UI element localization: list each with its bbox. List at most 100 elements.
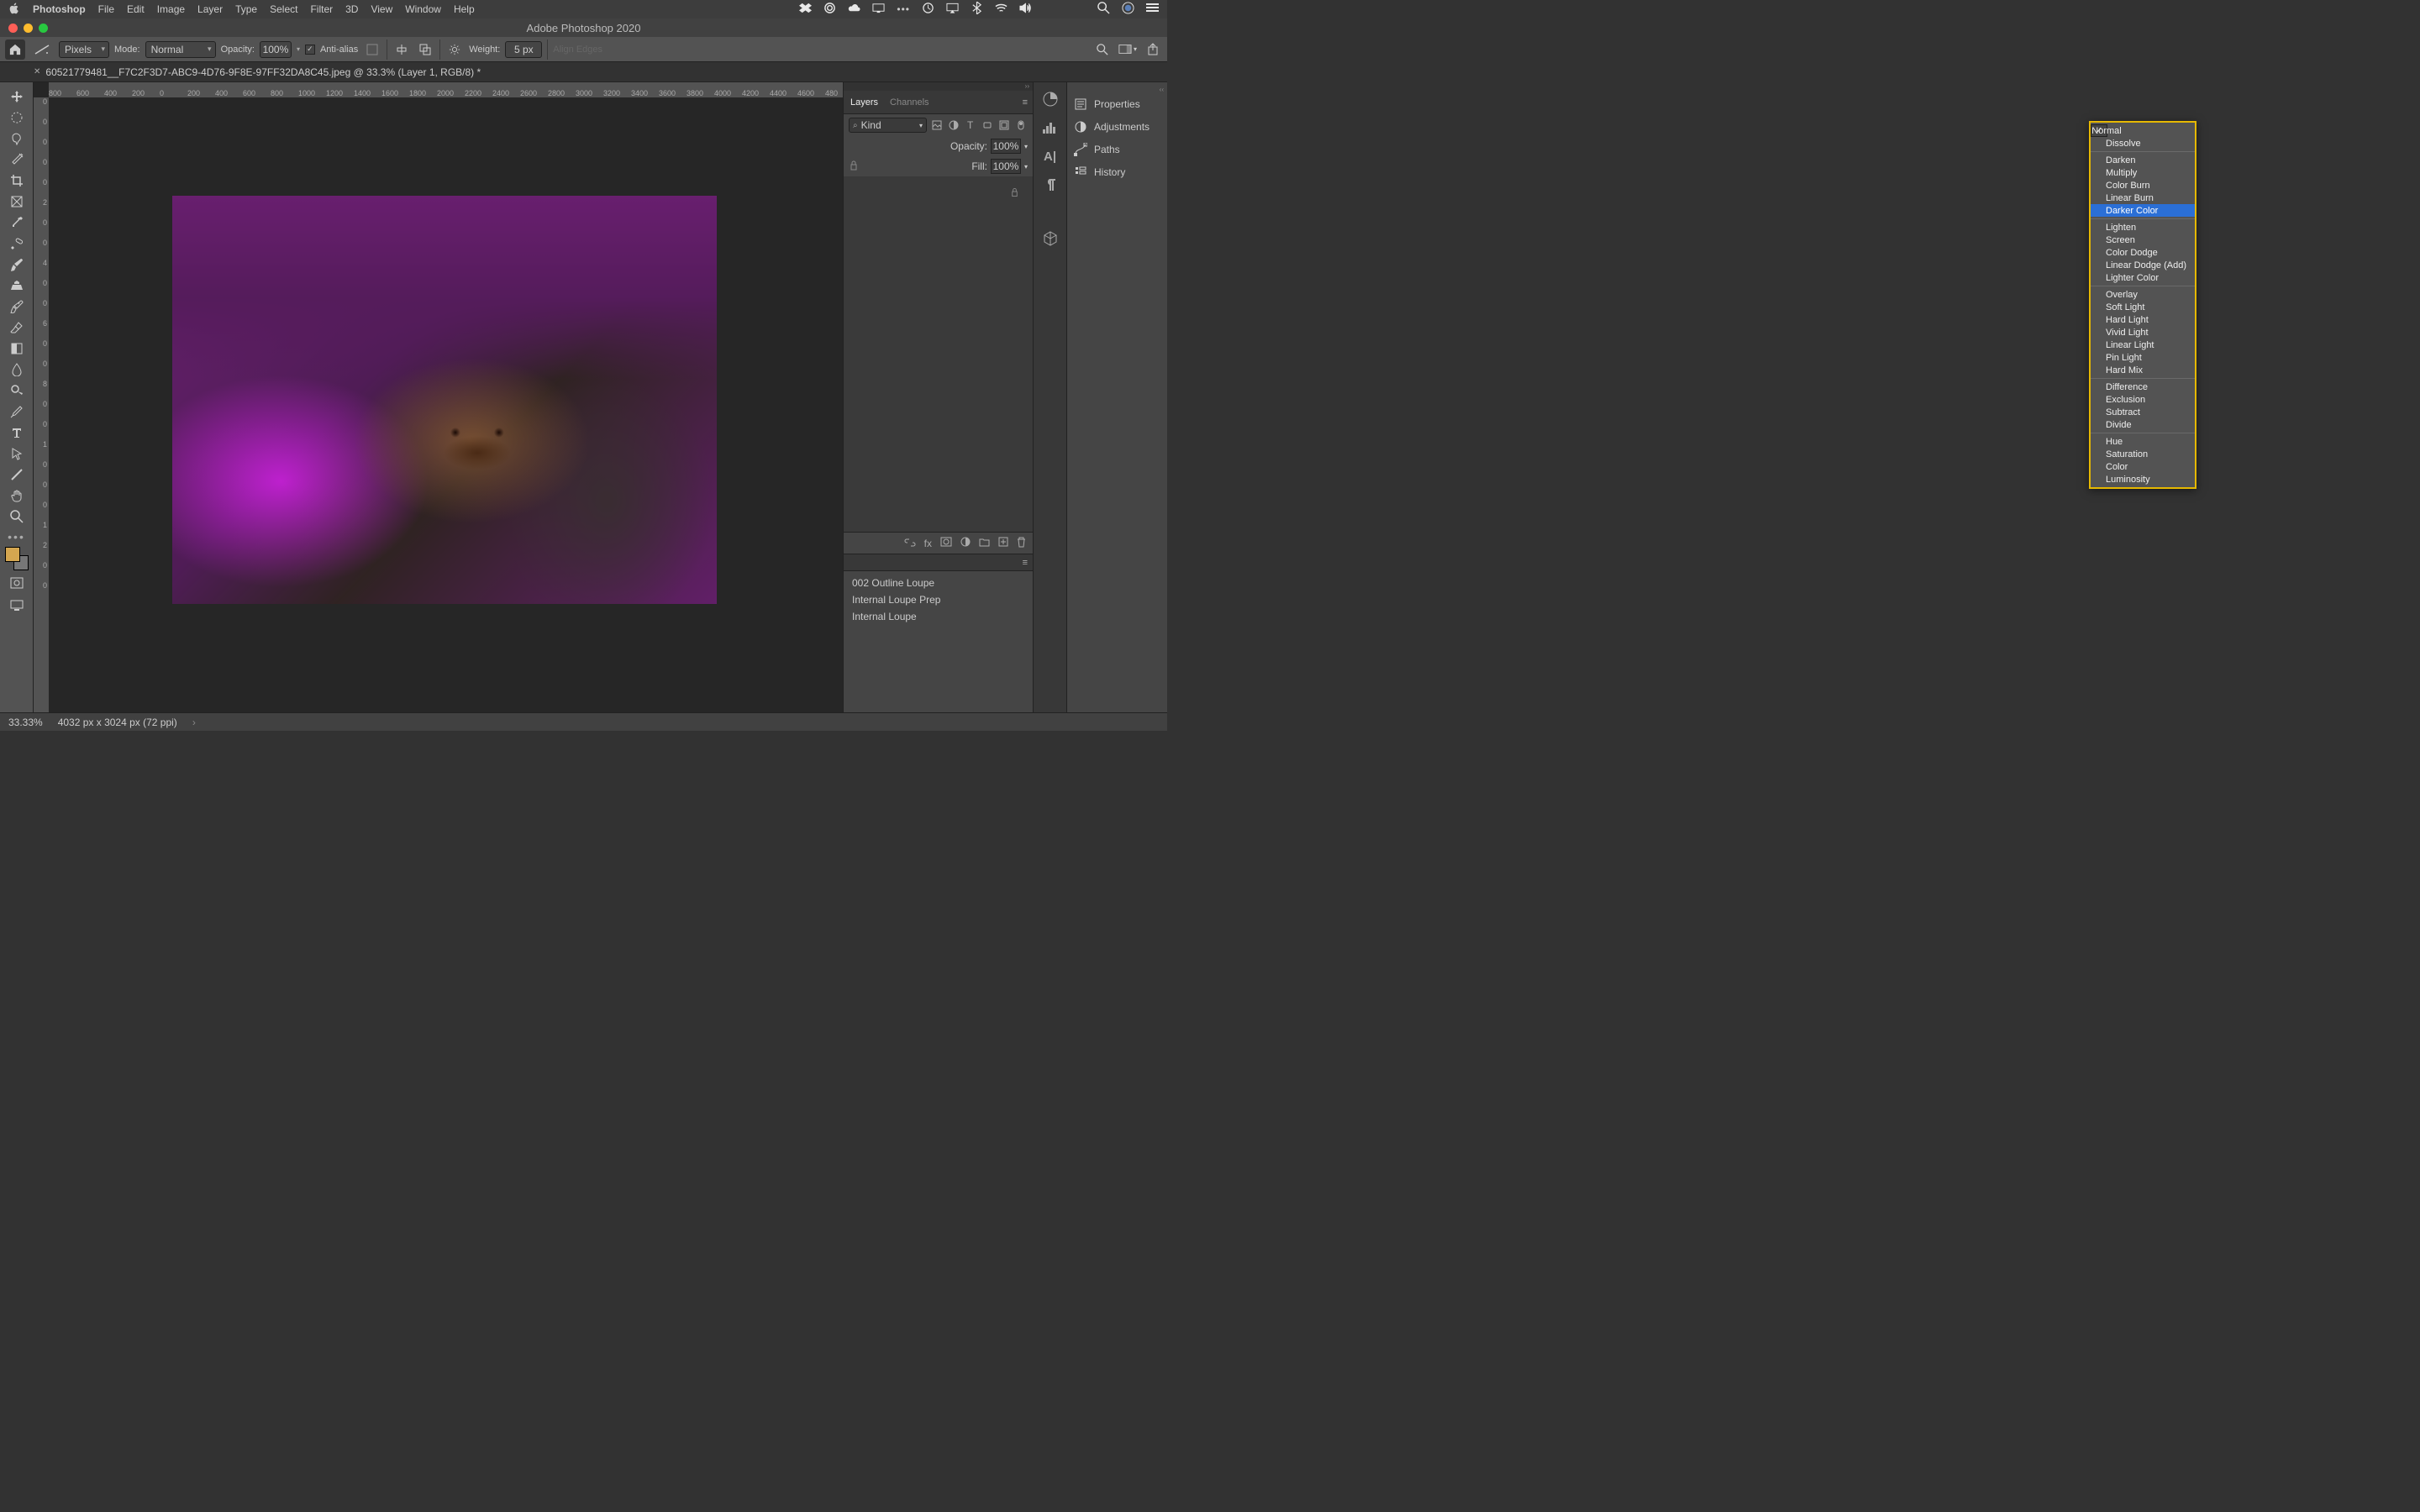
weight-value[interactable]: 5 px: [505, 41, 542, 58]
search-icon[interactable]: [1093, 41, 1112, 58]
timemachine-icon[interactable]: [922, 2, 934, 17]
history-brush-tool[interactable]: [4, 296, 29, 317]
maximize-window-button[interactable]: [39, 24, 48, 33]
blend-mode-option[interactable]: Exclusion: [2091, 393, 2195, 406]
opacity-flyout-icon[interactable]: ▾: [297, 45, 300, 53]
eraser-tool[interactable]: [4, 317, 29, 338]
hand-tool[interactable]: [4, 485, 29, 506]
actions-panel-menu-icon[interactable]: ≡: [1023, 558, 1028, 568]
delete-layer-icon[interactable]: [1017, 537, 1026, 550]
quick-mask-button[interactable]: [5, 574, 29, 592]
menu-file[interactable]: File: [98, 3, 114, 15]
blend-mode-option[interactable]: Vivid Light: [2091, 326, 2195, 339]
character-panel-icon[interactable]: A|: [1039, 144, 1062, 168]
new-layer-icon[interactable]: [998, 537, 1008, 549]
blend-mode-option[interactable]: Lighten: [2091, 221, 2195, 234]
blend-mode-option[interactable]: Lighter Color: [2091, 271, 2195, 284]
blend-mode-option[interactable]: Soft Light: [2091, 301, 2195, 313]
paragraph-panel-icon[interactable]: [1039, 173, 1062, 197]
menu-filter[interactable]: Filter: [310, 3, 333, 15]
dropbox-icon[interactable]: [799, 2, 812, 17]
foreground-color[interactable]: [5, 547, 20, 562]
menu-type[interactable]: Type: [235, 3, 257, 15]
document-canvas[interactable]: [172, 196, 717, 604]
action-row[interactable]: Internal Loupe Prep: [844, 591, 1033, 608]
lock-icon[interactable]: [849, 160, 860, 172]
siri-icon[interactable]: [1122, 2, 1134, 17]
blend-mode-option[interactable]: Dissolve: [2091, 137, 2195, 150]
color-panel-icon[interactable]: [1039, 87, 1062, 111]
edit-toolbar-button[interactable]: •••: [8, 530, 25, 543]
healing-brush-tool[interactable]: [4, 233, 29, 254]
dodge-tool[interactable]: [4, 380, 29, 401]
blend-mode-select[interactable]: Normal: [145, 41, 216, 58]
notification-icon[interactable]: [1146, 2, 1159, 17]
blend-mode-option[interactable]: Screen: [2091, 234, 2195, 246]
marquee-tool[interactable]: [4, 107, 29, 128]
blend-mode-option[interactable]: Color: [2091, 460, 2195, 473]
layer-lock-indicator-icon[interactable]: [1010, 187, 1019, 200]
panel-menu-icon[interactable]: ≡: [1023, 97, 1028, 108]
blend-mode-option[interactable]: Color Burn: [2091, 179, 2195, 192]
home-button[interactable]: [5, 39, 25, 60]
document-tab[interactable]: ✕ 60521779481__F7C2F3D7-ABC9-4D76-9F8E-9…: [34, 66, 481, 78]
display-icon[interactable]: [872, 2, 885, 17]
layer-style-icon[interactable]: fx: [924, 538, 932, 549]
menu-edit[interactable]: Edit: [127, 3, 145, 15]
apple-icon[interactable]: [8, 3, 20, 17]
filter-adjustment-icon[interactable]: [947, 118, 960, 132]
collapse-panel-icon[interactable]: ››: [844, 82, 1033, 91]
document-dimensions[interactable]: 4032 px x 3024 px (72 ppi): [58, 717, 177, 728]
status-flyout-icon[interactable]: ›: [192, 717, 196, 728]
opacity-value[interactable]: 100%: [260, 41, 292, 58]
crop-tool[interactable]: [4, 170, 29, 191]
blend-mode-option[interactable]: Subtract: [2091, 406, 2195, 418]
3d-panel-icon[interactable]: [1039, 227, 1062, 250]
menu-select[interactable]: Select: [270, 3, 297, 15]
clone-stamp-tool[interactable]: [4, 275, 29, 296]
cc-icon[interactable]: [823, 2, 836, 17]
group-icon[interactable]: [979, 538, 990, 549]
cloud-icon[interactable]: [848, 2, 860, 17]
pen-tool[interactable]: [4, 401, 29, 422]
close-window-button[interactable]: [8, 24, 18, 33]
dots-icon[interactable]: •••: [897, 3, 910, 15]
blend-mode-option[interactable]: Linear Dodge (Add): [2091, 259, 2195, 271]
blend-mode-option[interactable]: Linear Burn: [2091, 192, 2195, 204]
blend-mode-option[interactable]: Linear Light: [2091, 339, 2195, 351]
layers-list[interactable]: [844, 210, 1033, 532]
app-name[interactable]: Photoshop: [33, 3, 86, 15]
history-panel-button[interactable]: History: [1067, 160, 1167, 183]
layer-opacity-value[interactable]: 100%: [991, 139, 1021, 154]
blend-mode-option[interactable]: Saturation: [2091, 448, 2195, 460]
screen-mode-button[interactable]: [5, 596, 29, 614]
move-tool[interactable]: [4, 86, 29, 107]
filter-smartobj-icon[interactable]: [997, 118, 1011, 132]
adjustment-layer-icon[interactable]: [960, 537, 971, 549]
menu-layer[interactable]: Layer: [197, 3, 223, 15]
menu-help[interactable]: Help: [454, 3, 475, 15]
blend-mode-option[interactable]: Pin Light: [2091, 351, 2195, 364]
blend-mode-option[interactable]: Hard Light: [2091, 313, 2195, 326]
paths-panel-button[interactable]: Paths: [1067, 138, 1167, 160]
style-swatch-icon[interactable]: [363, 41, 381, 58]
layer-kind-filter[interactable]: Kind: [849, 118, 927, 133]
menu-view[interactable]: View: [371, 3, 392, 15]
layer-mask-icon[interactable]: [940, 537, 952, 549]
line-tool-icon[interactable]: [30, 41, 54, 58]
workspace-icon[interactable]: ▾: [1118, 41, 1137, 58]
blend-mode-option[interactable]: Darken: [2091, 154, 2195, 166]
menu-window[interactable]: Window: [405, 3, 441, 15]
properties-panel-button[interactable]: Properties: [1067, 92, 1167, 115]
wifi-icon[interactable]: [995, 2, 1007, 17]
gradient-tool[interactable]: [4, 338, 29, 359]
horizontal-ruler[interactable]: 8006004002000200400600800100012001400160…: [49, 82, 843, 97]
blend-mode-option[interactable]: Difference: [2091, 381, 2195, 393]
opacity-drop-icon[interactable]: ▾: [1024, 143, 1028, 150]
adjustments-panel-button[interactable]: Adjustments: [1067, 115, 1167, 138]
blend-mode-option[interactable]: Divide: [2091, 418, 2195, 431]
filter-pixel-icon[interactable]: [930, 118, 944, 132]
frame-tool[interactable]: [4, 191, 29, 212]
color-swatches[interactable]: [5, 547, 29, 570]
blend-mode-option[interactable]: Multiply: [2091, 166, 2195, 179]
